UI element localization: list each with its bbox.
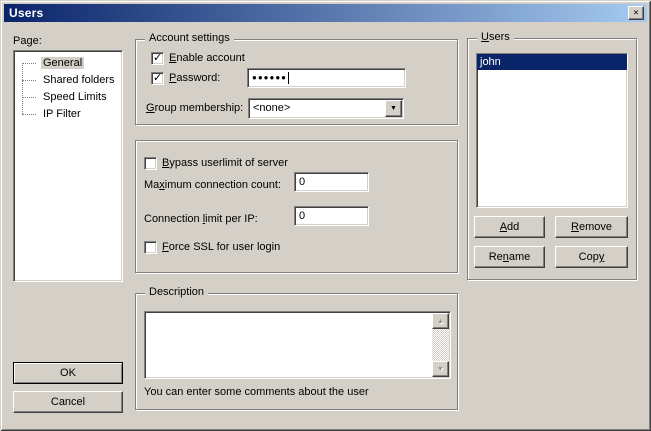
- tree-item-label: Speed Limits: [41, 91, 109, 103]
- title-bar[interactable]: Users ✕: [4, 4, 647, 22]
- description-group: Description ▲ ▼ You can enter some comme…: [135, 293, 458, 410]
- tree-item-ip-filter[interactable]: IP Filter: [15, 106, 121, 123]
- close-button[interactable]: ✕: [628, 6, 644, 20]
- arrow-up-icon: ▲: [437, 318, 444, 325]
- description-scrollbar[interactable]: ▲ ▼: [432, 313, 449, 377]
- dropdown-button[interactable]: ▼: [385, 100, 402, 117]
- user-name: john: [480, 56, 501, 68]
- account-settings-group: Account settings ✓ Enable account ✓ Pass…: [135, 39, 458, 125]
- password-value: ●●●●●●: [252, 69, 287, 87]
- password-label[interactable]: Password:: [169, 72, 220, 84]
- rename-user-button[interactable]: Rename: [474, 246, 545, 268]
- tree-item-label: IP Filter: [41, 108, 83, 120]
- password-input[interactable]: ●●●●●●: [247, 68, 406, 88]
- description-title: Description: [145, 286, 208, 299]
- ip-limit-label: Connection limit per IP:: [144, 213, 258, 225]
- tree-item-label: General: [41, 57, 84, 69]
- description-textarea[interactable]: ▲ ▼: [144, 311, 451, 379]
- remove-user-button[interactable]: Remove: [555, 216, 628, 238]
- force-ssl-label[interactable]: Force SSL for user login: [162, 241, 280, 253]
- page-tree-inner: General Shared folders Speed Limits IP F…: [15, 52, 121, 280]
- scroll-up-button[interactable]: ▲: [432, 313, 449, 329]
- bypass-userlimit-label[interactable]: Bypass userlimit of server: [162, 157, 288, 169]
- max-connection-label: Maximum connection count:: [144, 179, 281, 191]
- connection-limits-group: ✓ Bypass userlimit of server Maximum con…: [135, 140, 458, 273]
- users-dialog: Users ✕ Page: General Shared folders Spe…: [0, 0, 651, 431]
- page-label: Page:: [13, 35, 42, 47]
- group-membership-value: <none>: [249, 99, 403, 118]
- window-title: Users: [9, 6, 43, 20]
- max-connection-value: 0: [299, 176, 305, 188]
- add-user-button[interactable]: Add: [474, 216, 545, 238]
- text-caret: [288, 72, 289, 84]
- description-hint: You can enter some comments about the us…: [144, 386, 369, 398]
- arrow-down-icon: ▼: [437, 366, 444, 373]
- tree-item-label: Shared folders: [41, 74, 117, 86]
- checkmark-icon: ✓: [153, 51, 162, 64]
- enable-account-checkbox[interactable]: ✓: [151, 52, 164, 65]
- users-listbox[interactable]: john: [476, 53, 628, 208]
- ip-limit-value: 0: [299, 210, 305, 222]
- close-icon: ✕: [633, 8, 638, 18]
- tree-item-shared-folders[interactable]: Shared folders: [15, 72, 121, 89]
- enable-account-label[interactable]: Enable account: [169, 52, 245, 64]
- user-list-item[interactable]: john: [477, 54, 627, 70]
- scroll-down-button[interactable]: ▼: [432, 361, 449, 377]
- tree-item-general[interactable]: General: [15, 55, 121, 72]
- tree-item-speed-limits[interactable]: Speed Limits: [15, 89, 121, 106]
- users-group: Users john Add Remove Rename Copy: [467, 38, 637, 280]
- bypass-userlimit-checkbox[interactable]: ✓: [144, 157, 157, 170]
- group-membership-label: Group membership:: [146, 102, 243, 114]
- ip-limit-input[interactable]: 0: [294, 206, 369, 226]
- copy-user-button[interactable]: Copy: [555, 246, 628, 268]
- account-settings-title: Account settings: [145, 32, 234, 45]
- max-connection-input[interactable]: 0: [294, 172, 369, 192]
- group-membership-select[interactable]: <none> ▼: [248, 98, 404, 119]
- checkmark-icon: ✓: [153, 71, 162, 84]
- page-tree: General Shared folders Speed Limits IP F…: [13, 50, 123, 282]
- ok-button[interactable]: OK: [13, 362, 123, 384]
- cancel-button[interactable]: Cancel: [13, 391, 123, 413]
- password-checkbox[interactable]: ✓: [151, 72, 164, 85]
- force-ssl-checkbox[interactable]: ✓: [144, 241, 157, 254]
- description-value: [147, 314, 431, 376]
- chevron-down-icon: ▼: [390, 105, 397, 112]
- users-group-title: Users: [477, 31, 514, 44]
